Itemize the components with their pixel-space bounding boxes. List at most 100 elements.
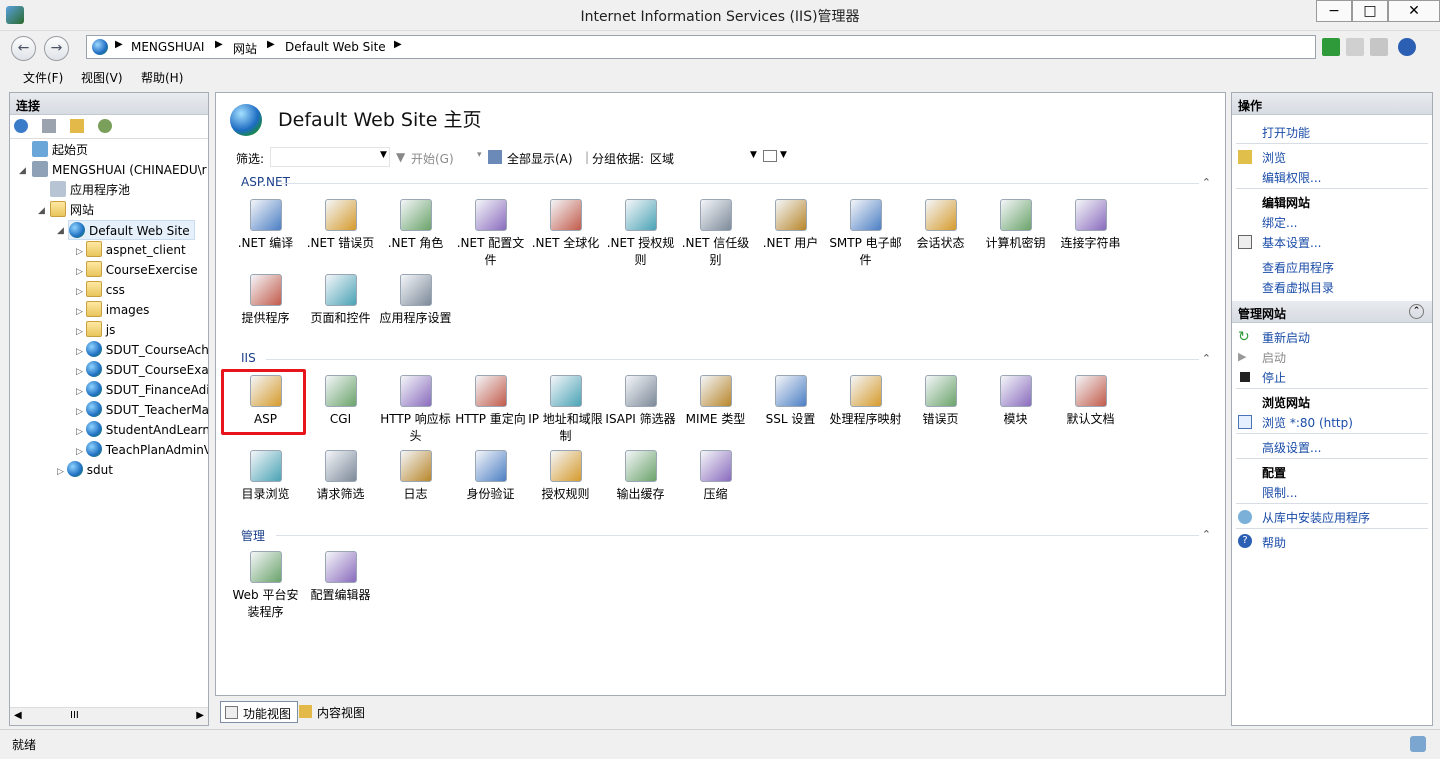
feature-asp-net-11[interactable]: 连接字符串 (1053, 199, 1128, 252)
tree-item-studentandlearn[interactable]: ▷ StudentAndLearn (76, 420, 208, 440)
tree-item-start-page[interactable]: 起始页 (32, 140, 88, 160)
feature-iis-http[interactable]: HTTP 重定向 (453, 375, 528, 428)
feature-item-web[interactable]: Web 平台安装程序 (228, 551, 303, 621)
tree-item-aspnet-client[interactable]: ▷ aspnet_client (76, 240, 186, 260)
menu-file[interactable]: 文件(F) (23, 69, 63, 86)
action-install-from-gallery[interactable]: 从库中安装应用程序 (1262, 509, 1370, 526)
feature-item-1[interactable]: 配置编辑器 (303, 551, 378, 604)
connect-icon[interactable] (14, 119, 28, 133)
feature-iis-cgi[interactable]: CGI (303, 375, 378, 428)
collapse-icon[interactable]: ◢ (19, 166, 26, 176)
close-button[interactable]: ✕ (1388, 0, 1440, 22)
menu-view[interactable]: 视图(V) (81, 69, 123, 86)
menu-help[interactable]: 帮助(H) (141, 69, 183, 86)
feature-asp-net-13[interactable]: 页面和控件 (303, 274, 378, 327)
action-view-applications[interactable]: 查看应用程序 (1262, 259, 1334, 276)
feature-iis-8[interactable]: 处理程序映射 (828, 375, 903, 428)
start-filter-button[interactable]: 开始(G) (411, 150, 454, 167)
chevron-down-icon[interactable]: ▼ (780, 150, 787, 160)
feature-iis-asp[interactable]: ASP (228, 375, 303, 428)
forward-button[interactable]: → (44, 36, 69, 61)
feature-asp-net-net[interactable]: .NET 授权规则 (603, 199, 678, 269)
feature-asp-net-net[interactable]: .NET 用户 (753, 199, 828, 252)
feature-iis-14[interactable]: 日志 (378, 450, 453, 503)
tab-content-view[interactable]: 内容视图 (295, 701, 371, 723)
feature-asp-net-net[interactable]: .NET 角色 (378, 199, 453, 252)
action-bindings[interactable]: 绑定... (1262, 214, 1297, 231)
show-all-button[interactable]: 全部显示(A) (507, 150, 573, 167)
disconnect-icon[interactable] (98, 119, 112, 133)
tree-item-sdut-courseach[interactable]: ▷ SDUT_CourseAch (76, 340, 208, 360)
tree-item-sdut-financeadi[interactable]: ▷ SDUT_FinanceAdi (76, 380, 208, 400)
action-advanced-settings[interactable]: 高级设置... (1262, 439, 1321, 456)
feature-asp-net-net[interactable]: .NET 编译 (228, 199, 303, 252)
scroll-thumb[interactable]: III (70, 710, 79, 721)
chevron-down-icon[interactable]: ▾ (477, 150, 482, 160)
scroll-right-icon[interactable]: ▶ (196, 710, 204, 721)
tree-item-sdut-teacherma[interactable]: ▷ SDUT_TeacherMa (76, 400, 208, 420)
breadcrumb-server[interactable]: MENGSHUAI (131, 40, 204, 54)
feature-asp-net-net[interactable]: .NET 配置文件 (453, 199, 528, 269)
tree-item-teachplanadminv[interactable]: ▷ TeachPlanAdminV (76, 440, 208, 460)
action-stop[interactable]: 停止 (1262, 369, 1286, 386)
tree-item-sdut[interactable]: ▷ sdut (57, 460, 113, 480)
tab-features-view[interactable]: 功能视图 (220, 701, 299, 723)
tree-item-server[interactable]: MENGSHUAI (CHINAEDU\r (32, 160, 207, 180)
home-icon[interactable] (1370, 38, 1388, 56)
collapse-icon[interactable]: ⌃ (1409, 304, 1424, 319)
feature-iis-18[interactable]: 压缩 (678, 450, 753, 503)
maximize-button[interactable]: □ (1352, 0, 1388, 22)
tree-item-sites[interactable]: 网站 (50, 200, 94, 220)
tree-item-images[interactable]: ▷ images (76, 300, 149, 320)
feature-iis-ssl[interactable]: SSL 设置 (753, 375, 828, 428)
section-collapse-icon[interactable]: ⌃ (1202, 528, 1211, 541)
save-icon[interactable] (42, 119, 56, 133)
collapse-icon[interactable]: ◢ (38, 206, 45, 216)
section-collapse-icon[interactable]: ⌃ (1202, 176, 1211, 189)
horizontal-scrollbar[interactable]: ◀ III ▶ (10, 707, 208, 725)
action-start[interactable]: 启动 (1262, 349, 1286, 366)
action-browse[interactable]: 浏览 (1262, 149, 1286, 166)
action-open-feature[interactable]: 打开功能 (1262, 124, 1310, 141)
tree-item-css[interactable]: ▷ css (76, 280, 125, 300)
action-restart[interactable]: 重新启动 (1262, 329, 1310, 346)
tree-item-courseexercise[interactable]: ▷ CourseExercise (76, 260, 198, 280)
feature-iis-15[interactable]: 身份验证 (453, 450, 528, 503)
tree-item-js[interactable]: ▷ js (76, 320, 115, 340)
feature-iis-13[interactable]: 请求筛选 (303, 450, 378, 503)
section-collapse-icon[interactable]: ⌃ (1202, 352, 1211, 365)
view-mode-icon[interactable] (763, 150, 777, 162)
feature-asp-net-net[interactable]: .NET 信任级别 (678, 199, 753, 269)
feature-iis-mime[interactable]: MIME 类型 (678, 375, 753, 428)
action-help[interactable]: 帮助 (1262, 534, 1286, 551)
feature-iis-9[interactable]: 错误页 (903, 375, 978, 428)
feature-asp-net-14[interactable]: 应用程序设置 (378, 274, 453, 327)
up-icon[interactable] (70, 119, 84, 133)
feature-asp-net-12[interactable]: 提供程序 (228, 274, 303, 327)
feature-asp-net-10[interactable]: 计算机密钥 (978, 199, 1053, 252)
chevron-down-icon[interactable]: ▼ (750, 150, 757, 160)
address-bar[interactable]: ▶ MENGSHUAI ▶ 网站 ▶ Default Web Site ▶ (86, 35, 1316, 59)
tree-item-sdut-courseexa[interactable]: ▷ SDUT_CourseExa (76, 360, 208, 380)
feature-asp-net-smtp[interactable]: SMTP 电子邮件 (828, 199, 903, 269)
back-button[interactable]: ← (11, 36, 36, 61)
feature-asp-net-9[interactable]: 会话状态 (903, 199, 978, 252)
feature-iis-12[interactable]: 目录浏览 (228, 450, 303, 503)
action-basic-settings[interactable]: 基本设置... (1262, 234, 1321, 251)
feature-asp-net-net[interactable]: .NET 全球化 (528, 199, 603, 252)
stop-icon[interactable] (1346, 38, 1364, 56)
feature-iis-11[interactable]: 默认文档 (1053, 375, 1128, 428)
feature-iis-isapi[interactable]: ISAPI 筛选器 (603, 375, 678, 428)
filter-input[interactable] (270, 147, 390, 167)
action-limits[interactable]: 限制... (1262, 484, 1297, 501)
collapse-icon[interactable]: ◢ (57, 226, 64, 236)
breadcrumb-sites[interactable]: 网站 (233, 40, 257, 57)
action-view-virtual-dirs[interactable]: 查看虚拟目录 (1262, 279, 1334, 296)
feature-iis-10[interactable]: 模块 (978, 375, 1053, 428)
action-browse-80[interactable]: 浏览 *:80 (http) (1262, 414, 1353, 431)
refresh-icon[interactable] (1322, 38, 1340, 56)
help-icon[interactable] (1398, 38, 1416, 56)
feature-iis-ip[interactable]: IP 地址和域限制 (528, 375, 603, 445)
tree-item-default-web-site[interactable]: Default Web Site (68, 220, 195, 240)
feature-asp-net-net[interactable]: .NET 错误页 (303, 199, 378, 252)
